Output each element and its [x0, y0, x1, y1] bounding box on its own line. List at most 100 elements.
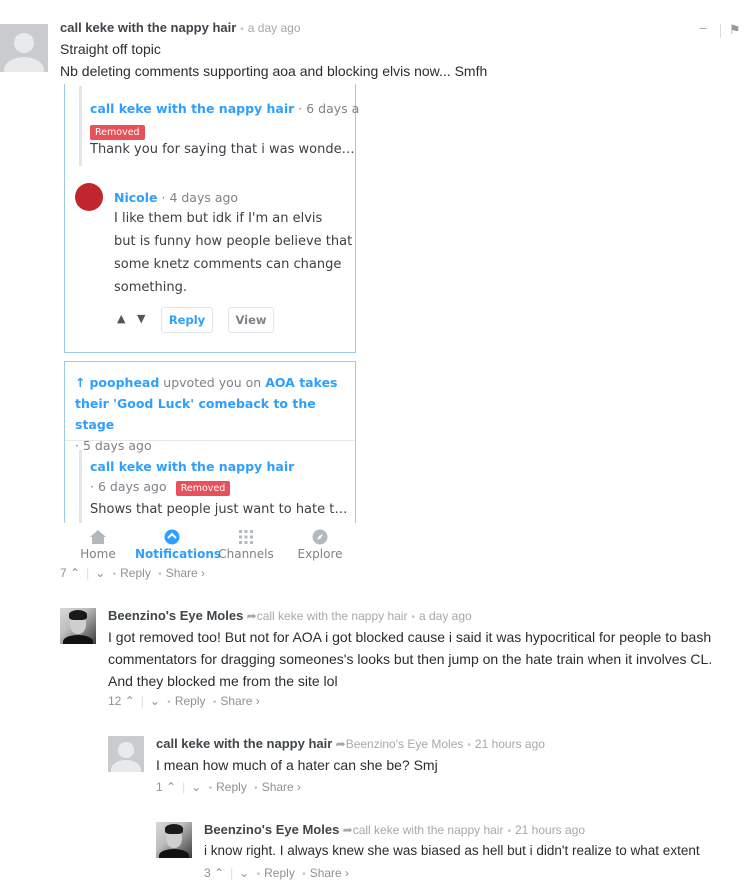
author-name[interactable]: Beenzino's Eye Moles [204, 822, 339, 837]
grid-icon [239, 530, 253, 544]
author-name[interactable]: call keke with the nappy hair [156, 736, 332, 751]
separator-dot: • [467, 740, 471, 751]
reply-link[interactable]: Reply [175, 694, 206, 708]
reply-line: something. [114, 280, 187, 295]
quote-bar [79, 86, 82, 166]
reply-to-name[interactable]: Beenzino's Eye Moles [346, 737, 464, 751]
reply-author[interactable]: Nicole [114, 190, 158, 205]
reply-link[interactable]: Reply [264, 866, 295, 880]
comment-header: Beenzino's Eye Moles ➦call keke with the… [204, 822, 585, 837]
vote-count: 1 [156, 780, 163, 794]
notification-card: ↑ poophead upvoted you on AOA takes thei… [64, 361, 356, 540]
comment-line: I got removed too! But not for AOA i got… [108, 629, 712, 645]
comment-line: I mean how much of a hater can she be? S… [156, 757, 438, 773]
avatar[interactable] [60, 608, 96, 644]
timestamp[interactable]: a day ago [248, 21, 301, 35]
quoted-author[interactable]: call keke with the nappy hair [90, 459, 294, 474]
divider: | [230, 866, 234, 880]
collapse-icon[interactable]: − [699, 20, 707, 36]
reply-to-name[interactable]: call keke with the nappy hair [257, 609, 408, 623]
compass-icon [312, 529, 328, 545]
quoted-text: Thank you for saying that i was wonde… [90, 142, 355, 157]
comment-line: And they blocked me from the site lol [108, 673, 338, 689]
embedded-screenshot: call keke with the nappy hair · 6 days a… [61, 84, 360, 566]
separator-dot: • [411, 612, 415, 623]
author-name[interactable]: call keke with the nappy hair [60, 20, 236, 35]
separator-dot: • [302, 869, 306, 880]
app-tab-bar: Home Notifications Channels Explore [61, 523, 360, 566]
avatar[interactable] [156, 822, 192, 858]
upvote-action: upvoted you on [163, 375, 262, 390]
reply-line: but is funny how people believe that [114, 234, 353, 249]
avatar[interactable] [0, 24, 48, 72]
upvote-icon[interactable]: ⌃ [166, 780, 176, 794]
article-link[interactable]: AOA takes [265, 375, 337, 390]
separator-dot: • [256, 869, 261, 880]
timestamp[interactable]: 21 hours ago [515, 823, 585, 837]
reply-line: some knetz comments can change [114, 257, 342, 272]
upvote-icon[interactable]: ⌃ [70, 566, 80, 580]
divider [65, 440, 355, 441]
reply-link[interactable]: Reply [216, 780, 247, 794]
quoted-text: Shows that people just want to hate t… [90, 502, 348, 517]
upvote-arrow-icon: ↑ [75, 375, 86, 390]
timestamp[interactable]: a day ago [419, 609, 472, 623]
separator-dot: • [507, 826, 511, 837]
separator-dot: · [294, 101, 307, 116]
downvote-icon[interactable]: ⌄ [191, 780, 201, 794]
article-link[interactable]: their 'Good Luck' comeback to the stage [75, 396, 316, 432]
tab-explore[interactable]: Explore [283, 523, 357, 561]
share-link[interactable]: Share › [310, 866, 349, 880]
reply-line: I like them but idk if I'm an elvis [114, 211, 323, 226]
home-icon [90, 530, 106, 544]
separator-dot: • [212, 697, 217, 708]
separator-dot: • [167, 697, 171, 708]
notification-card: call keke with the nappy hair · 6 days a… [64, 84, 360, 353]
vote-count: 3 [204, 866, 211, 880]
tab-home[interactable]: Home [61, 523, 135, 561]
tab-notifications[interactable]: Notifications [135, 523, 221, 561]
tab-label: Channels [218, 547, 274, 561]
reply-link[interactable]: Reply [120, 566, 151, 580]
tab-label: Explore [297, 547, 343, 561]
timestamp[interactable]: 21 hours ago [475, 737, 545, 751]
author-name[interactable]: Beenzino's Eye Moles [108, 608, 243, 623]
reply-button[interactable]: Reply [161, 307, 213, 333]
share-link[interactable]: Share › [262, 780, 301, 794]
comment-line: i know right. I always knew she was bias… [204, 843, 700, 858]
downvote-icon[interactable]: ⌄ [150, 694, 160, 708]
upvote-icon[interactable]: ⌃ [214, 866, 224, 880]
divider [720, 24, 721, 38]
comment-footer: 7 ⌃ | ⌄ • Reply • Share › [60, 566, 205, 580]
divider: | [182, 780, 186, 794]
reply-arrow-icon: ➦ [246, 609, 257, 623]
downvote-icon[interactable]: ▼ [137, 312, 145, 325]
reply-to-name[interactable]: call keke with the nappy hair [353, 823, 504, 837]
view-button[interactable]: View [228, 307, 274, 333]
separator-dot: • [254, 783, 258, 794]
flag-icon[interactable]: ⚑ [729, 22, 741, 38]
tab-channels[interactable]: Channels [209, 523, 283, 561]
upvote-icon[interactable]: ▲ [117, 312, 125, 325]
upvote-icon[interactable]: ⌃ [125, 694, 135, 708]
comment-header: call keke with the nappy hair ➦Beenzino'… [156, 736, 545, 751]
quoted-time: 6 days ago [97, 479, 167, 494]
separator-dot: · [157, 190, 170, 205]
removed-badge: Removed [175, 481, 231, 496]
tab-label: Home [80, 547, 116, 561]
separator-dot: • [240, 24, 244, 35]
quoted-time: 6 days ago [306, 101, 360, 116]
separator-dot: • [158, 569, 162, 580]
nicole-avatar[interactable] [75, 183, 103, 211]
share-link[interactable]: Share › [166, 566, 205, 580]
divider: | [140, 694, 144, 708]
share-link[interactable]: Share › [220, 694, 259, 708]
vote-count: 12 [108, 694, 122, 708]
upvoter-name[interactable]: poophead [89, 375, 159, 390]
comment-footer: 3 ⌃ | ⌄ • Reply • Share › [204, 866, 349, 880]
avatar[interactable] [108, 736, 144, 772]
downvote-icon[interactable]: ⌄ [239, 866, 249, 880]
comment-line: commentators for dragging someones's loo… [108, 651, 713, 667]
downvote-icon[interactable]: ⌄ [95, 566, 105, 580]
quoted-author[interactable]: call keke with the nappy hair [90, 101, 294, 116]
